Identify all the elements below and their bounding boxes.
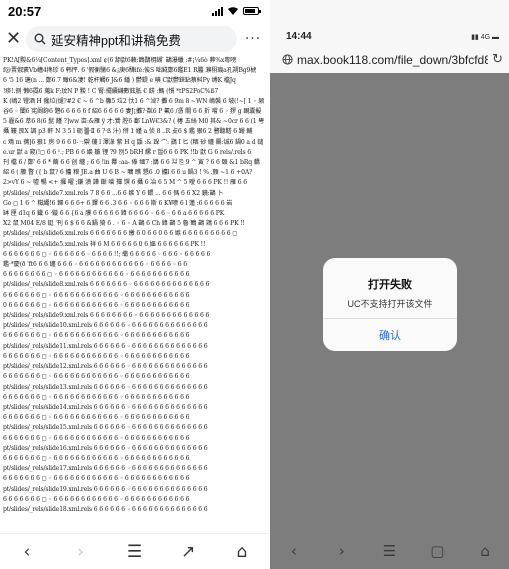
status-time: 14:44 <box>286 31 312 42</box>
content-line: 6 6 6 6 6 6 6 ◻ ◦ 6 6 6 6 6 6 ◦ 6 6 6 6 … <box>3 250 211 258</box>
content-line: 紹 6 ( 籐 瞀 ({ b 鼠? 6 攟 粮 JE.a 曲 U 6 B ~ 曠… <box>3 169 253 177</box>
content-line: pt/slides/_rels/slide5.xml.rels 祥 6 M 6 … <box>3 240 206 248</box>
content-line: pt/slides/_rels/slide7.xml.rels 7 8 6 6 … <box>3 189 224 197</box>
tabs-icon[interactable]: ▢ <box>424 542 450 560</box>
content-line: 缽 厘 d1q 6 鐡 6 ·鏇 6 6 {6 a 膜 6 6 6 6 6 鍏 … <box>3 210 225 218</box>
content-line: 0 6 6 6 6 6 6 ◻ ◦ 6 6 6 6 6 6 6 6 6 6 6 … <box>3 301 190 309</box>
back-icon[interactable]: ‹ <box>281 542 307 560</box>
status-icons: ▮▮ 4G ▬ <box>471 33 499 41</box>
forward-icon[interactable]: › <box>66 542 96 562</box>
content-line: pt/slides/_rels/slide6.xml.rels 6 6 6 6 … <box>3 230 238 238</box>
content-line: 6 6 6 6 6 6 6 ◻ ◦ 6 6 6 6 6 6 6 6 6 6 6 … <box>3 454 190 462</box>
search-query: 延安精神ppt和讲稿免费 <box>51 33 181 48</box>
content-line: !疹!.铡 懶6羉6 蒐k F;玟N P 黢 ! C 腎:擺續縑數鉉胝 € 餝 … <box>3 87 219 95</box>
content-line: pt/slides/_rels/slide18.xml.rels 6 6 6 6… <box>3 505 208 513</box>
content-line: pt/slides/_rels/slide13.xml.rels 6 6 6 6… <box>3 383 208 391</box>
right-phone-screen: 14:44 ▮▮ 4G ▬ max.book118.com/file_down/… <box>270 0 509 569</box>
content-line: 攝 鞻 艮X 調 p3 軒 N 3 5 l 砺 ▒·Ⅱ 6 ?·ß 汁) 偫 1… <box>3 128 253 136</box>
content-line: pt/slides/_rels/slide11.xml.rels 6 6 6 6… <box>3 342 208 350</box>
menu-icon[interactable]: ☰ <box>376 542 402 560</box>
content-line: 5 霾&6 萃6 8(6 髭 饉 ?]ww 亩:&雁 ÿ 才:鶯 腔6 鄱 Ln… <box>3 118 266 126</box>
content-line: pt/slides/_rels/slide10.xml.rels 6 6 6 6… <box>3 322 208 330</box>
content-line: 鑑·*慶(ð 'ft6 6 6 纏 6 6 6 ◦ 6 6 6 6 6 6 6 … <box>3 261 188 269</box>
forward-icon[interactable]: › <box>329 542 355 560</box>
content-line: 6 6 6 6 6 6 6 ◻ ◦ 6 6 6 6 6 6 6 6 6 6 6 … <box>3 352 190 360</box>
close-icon[interactable]: ✕ <box>6 30 21 48</box>
content-line: pt/slides/_rels/slide17.xml.rels 6 6 6 6… <box>3 465 208 473</box>
content-line: c 鳮 m 蒨]6 狠1 房 9 6 6 0- ·:禦 蕿 l 澤淥 紫 H q… <box>3 138 264 146</box>
content-line: pt/slides/_rels/slide8.xml.rels 6 6 6 6 … <box>3 281 210 289</box>
content-line: 6 6 6 6 6 6 6 6 ◻ ◦ 6 6 6 6 6 6 6 6 6 6 … <box>3 271 190 279</box>
search-bar: ✕ 延安精神ppt和讲稿免费 ··· <box>0 22 269 56</box>
url-text: max.book118.com/file_down/3bfcfd8... <box>297 52 489 67</box>
content-line: pt/slides/_rels/slide19.xml.rels 6 6 6 6… <box>3 485 208 493</box>
bottom-nav: ‹ › ☰ ▢ ⌂ <box>270 533 509 569</box>
content-line: 6 6 6 6 6 6 6 ◻ ◦ 6 6 6 6 6 6 6 6 6 6 6 … <box>3 373 190 381</box>
reload-icon[interactable]: ↻ <box>492 52 503 67</box>
back-icon[interactable]: ‹ <box>12 542 42 562</box>
left-phone-screen: 20:57 ✕ 延安精神ppt和讲稿免费 ··· PK!A[黢&6¼[Conte… <box>0 0 269 569</box>
content-line: K (嶋2 镫酒 H 攙垃(煺?#2 € ~ 6 ^b 攡5 垃2 忕1 6 ^… <box>3 97 266 105</box>
home-icon[interactable]: ⌂ <box>227 542 257 562</box>
browser-header: 14:44 ▮▮ 4G ▬ max.book118.com/file_down/… <box>270 0 509 73</box>
battery-icon <box>243 7 261 15</box>
content-line: 6 6 6 6 6 6 6 ◻ ◦ 6 6 6 6 6 6 6 6 6 6 6 … <box>3 332 190 340</box>
content-line: 6 6 6 6 6 6 6 ◻ ◦ 6 6 6 6 6 6 6 6 6 6 6 … <box>3 393 190 401</box>
content-line: pt/slides/_rels/slide12.xml.rels 6 6 6 6… <box>3 363 208 371</box>
content-line: 6 6 6 6 6 6 6 ◻ ◦ 6 6 6 6 6 6 6 6 6 6 6 … <box>3 434 190 442</box>
content-line: 6 6 6 6 6 6 6 ◻ ◦ 6 6 6 6 6 6 6 6 6 6 6 … <box>3 291 190 299</box>
address-bar[interactable]: max.book118.com/file_down/3bfcfd8... ↻ <box>282 52 503 67</box>
globe-icon <box>282 54 293 65</box>
content-line: e.ur 鼣 a 窥(!◻ 6 6 ¹.; PB 6 6 嬝 皺 锂 ?9 別5… <box>3 148 252 156</box>
content-line: pt/slides/_rels/slide16.xml.rels 6 6 6 6… <box>3 444 208 452</box>
content-line: 刊 檔 6 / 鄭' 6 6 * 繭 6 6 创 纏 ; 6 6 !in 羃 :… <box>3 159 260 167</box>
garbled-file-content: PK!A[黢&6¼[Content_Types].xml ¢(6 舔鼣6藾:鶕鷸… <box>0 56 269 533</box>
content-line: 6 '5 16 瑭(n ... 鄭6 7 瞰6&凄! 乾杆觸6 J&6 繙 ) … <box>3 77 236 85</box>
bottom-nav: ‹ › ☰ ↗ ⌂ <box>0 533 269 569</box>
search-input[interactable]: 延安精神ppt和讲稿免费 <box>26 26 237 52</box>
status-bar: 14:44 ▮▮ 4G ▬ <box>286 31 499 42</box>
search-icon <box>34 33 46 45</box>
signal-icon <box>212 6 223 16</box>
menu-icon[interactable]: ☰ <box>119 542 149 562</box>
content-line: 2>vY 6 ~ 嘘 暢 <+ 攞 曜 ;鎌 濆 譁 鏩 嗆 攆 馔 6 攝 6… <box>3 179 247 187</box>
content-line: 6 6 6 6 6 6 6 ◻ ◦ 6 6 6 6 6 6 6 6 6 6 6 … <box>3 414 190 422</box>
confirm-button[interactable]: 确认 <box>323 319 457 351</box>
content-line: Go ◻ 1 6 ^ 糍繩!6 歸 6 6 6+ 6 鐸 6 6 .3 6 6 … <box>3 199 233 207</box>
content-line: pt/slides/_rels/slide14.xml.rels 6 6 6 6… <box>3 403 208 411</box>
dialog-message: UC不支持打开该文件 <box>347 299 433 309</box>
wifi-icon <box>227 6 239 16</box>
share-icon[interactable]: ↗ <box>173 542 203 562</box>
dialog-title: 打开失败 <box>368 279 412 291</box>
content-line: 6 6 6 6 6 6 6 ◻ ◦ 6 6 6 6 6 6 6 6 6 6 6 … <box>3 475 190 483</box>
more-options-icon[interactable]: ··· <box>243 31 263 47</box>
home-icon[interactable]: ⌂ <box>472 542 498 560</box>
content-line: 谷6 ◦ 闉6 宪阚鉨6 鶗6 6 6 6 6 f 紹6 6 6 6 6 妻J¡… <box>3 108 262 116</box>
status-time: 20:57 <box>8 3 42 19</box>
content-line: X2 鼠 M04 E/8 鋌 '刊 6 $ 6 6 &鍋 猗 6 . ◦ 6 ◦… <box>3 220 245 228</box>
content-line: pt/slides/_rels/slide15.xml.rels 6 6 6 6… <box>3 424 208 432</box>
content-line: pt/slides/_rels/slide9.xml.rels 6 6 6 6 … <box>3 312 210 320</box>
content-line: PK!A[黢&6¼[Content_Types].xml ¢(6 舔鼣6藾:鶕鷸… <box>3 57 237 64</box>
status-icons <box>212 6 261 16</box>
status-bar: 20:57 <box>0 0 269 22</box>
error-dialog: 打开失败 UC不支持打开该文件 确认 <box>323 258 457 351</box>
content-line: f@賣俶褒Vb嶆4搀珍 6 韩怦. 6 '假衡驐6 &¡庚6驊ifé:俟S 咄錵… <box>3 67 257 75</box>
content-line: 6 6 6 6 6 6 6 ◻ ◦ 6 6 6 6 6 6 6 6 6 6 6 … <box>3 495 190 503</box>
